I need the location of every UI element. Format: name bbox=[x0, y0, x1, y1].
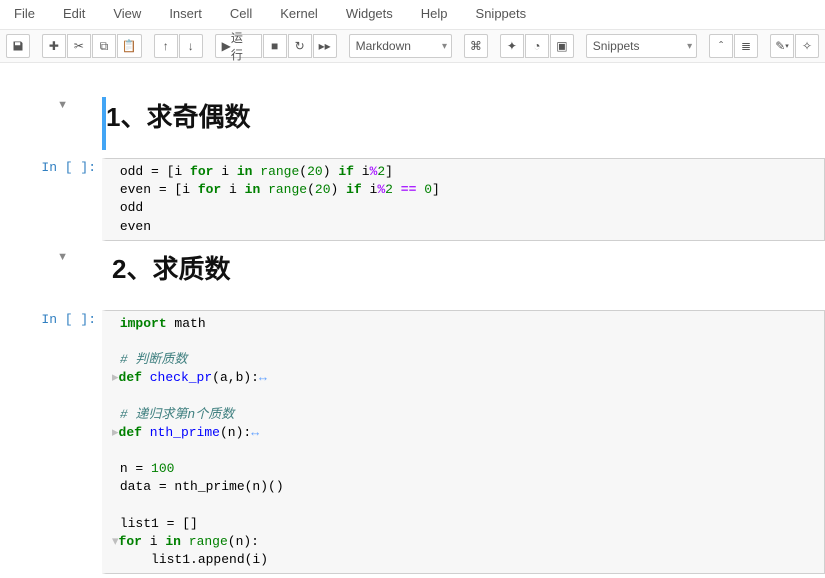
copy-button[interactable]: ⧉ bbox=[92, 34, 116, 58]
prompt-area: ▼ bbox=[0, 97, 102, 150]
save-button[interactable] bbox=[6, 34, 30, 58]
menu-kernel[interactable]: Kernel bbox=[266, 2, 332, 25]
marker-button[interactable]: ✎▾ bbox=[770, 34, 794, 58]
code-editor[interactable]: odd = [i for i in range(20) if i%2] even… bbox=[112, 163, 818, 236]
clock-button[interactable]: ◔ bbox=[525, 34, 549, 58]
run-button[interactable]: ▶ 运行 bbox=[215, 34, 262, 58]
code-cell[interactable]: In [ ]: odd = [i for i in range(20) if i… bbox=[0, 154, 825, 245]
cut-button[interactable]: ✂ bbox=[67, 34, 91, 58]
menu-bar: FileEditViewInsertCellKernelWidgetsHelpS… bbox=[0, 0, 825, 30]
move-down-button[interactable]: ↓ bbox=[179, 34, 203, 58]
menu-cell[interactable]: Cell bbox=[216, 2, 266, 25]
pin-button[interactable]: ✧ bbox=[795, 34, 819, 58]
heading-up-button[interactable]: ˆ bbox=[709, 34, 733, 58]
variable-inspector-button[interactable]: ✦ bbox=[500, 34, 524, 58]
menu-help[interactable]: Help bbox=[407, 2, 462, 25]
move-up-button[interactable]: ↑ bbox=[154, 34, 178, 58]
run-all-button[interactable]: ▸▸ bbox=[313, 34, 337, 58]
collapse-toggle-icon[interactable]: ▼ bbox=[57, 99, 68, 111]
collapse-toggle-icon[interactable]: ▼ bbox=[57, 251, 68, 263]
code-cell[interactable]: In [ ]: import math # 判断质数 ▸def check_pr… bbox=[0, 306, 825, 578]
toc-button[interactable]: ≣ bbox=[734, 34, 758, 58]
snippets-select[interactable]: Snippets bbox=[586, 34, 697, 58]
menu-file[interactable]: File bbox=[0, 2, 49, 25]
restart-button[interactable]: ↻ bbox=[288, 34, 312, 58]
code-editor[interactable]: import math # 判断质数 ▸def check_pr(a,b):↔ … bbox=[112, 315, 818, 570]
markdown-heading: 1、求奇偶数 bbox=[106, 97, 819, 134]
paste-button[interactable]: 📋 bbox=[117, 34, 142, 58]
menu-edit[interactable]: Edit bbox=[49, 2, 99, 25]
notebook-container: ▼ 1、求奇偶数 In [ ]: odd = [i for i in range(2… bbox=[0, 63, 825, 578]
markdown-heading: 2、求质数 bbox=[112, 249, 819, 286]
command-palette-button[interactable]: ⌘ bbox=[464, 34, 488, 58]
menu-insert[interactable]: Insert bbox=[155, 2, 216, 25]
prompt-area: In [ ]: bbox=[0, 158, 102, 241]
in-prompt: In [ ]: bbox=[41, 160, 96, 175]
toolbar: ✚ ✂ ⧉ 📋 ↑ ↓ ▶ 运行 ■ ↻ ▸▸ Markdown ⌘ ✦ ◔ ▣… bbox=[0, 30, 825, 63]
celltype-select[interactable]: Markdown bbox=[349, 34, 452, 58]
menu-snippets[interactable]: Snippets bbox=[462, 2, 541, 25]
book-button[interactable]: ▣ bbox=[550, 34, 574, 58]
interrupt-button[interactable]: ■ bbox=[263, 34, 287, 58]
in-prompt: In [ ]: bbox=[41, 312, 96, 327]
menu-view[interactable]: View bbox=[99, 2, 155, 25]
input-area[interactable]: import math # 判断质数 ▸def check_pr(a,b):↔ … bbox=[102, 310, 825, 575]
menu-widgets[interactable]: Widgets bbox=[332, 2, 407, 25]
prompt-area: In [ ]: bbox=[0, 310, 102, 575]
prompt-area: ▼ bbox=[0, 249, 102, 302]
markdown-cell[interactable]: ▼ 1、求奇偶数 bbox=[0, 93, 825, 154]
input-area[interactable]: odd = [i for i in range(20) if i%2] even… bbox=[102, 158, 825, 241]
add-cell-button[interactable]: ✚ bbox=[42, 34, 66, 58]
input-area[interactable]: 2、求质数 bbox=[102, 249, 825, 302]
markdown-cell[interactable]: ▼ 2、求质数 bbox=[0, 245, 825, 306]
input-area[interactable]: 1、求奇偶数 bbox=[102, 97, 825, 150]
